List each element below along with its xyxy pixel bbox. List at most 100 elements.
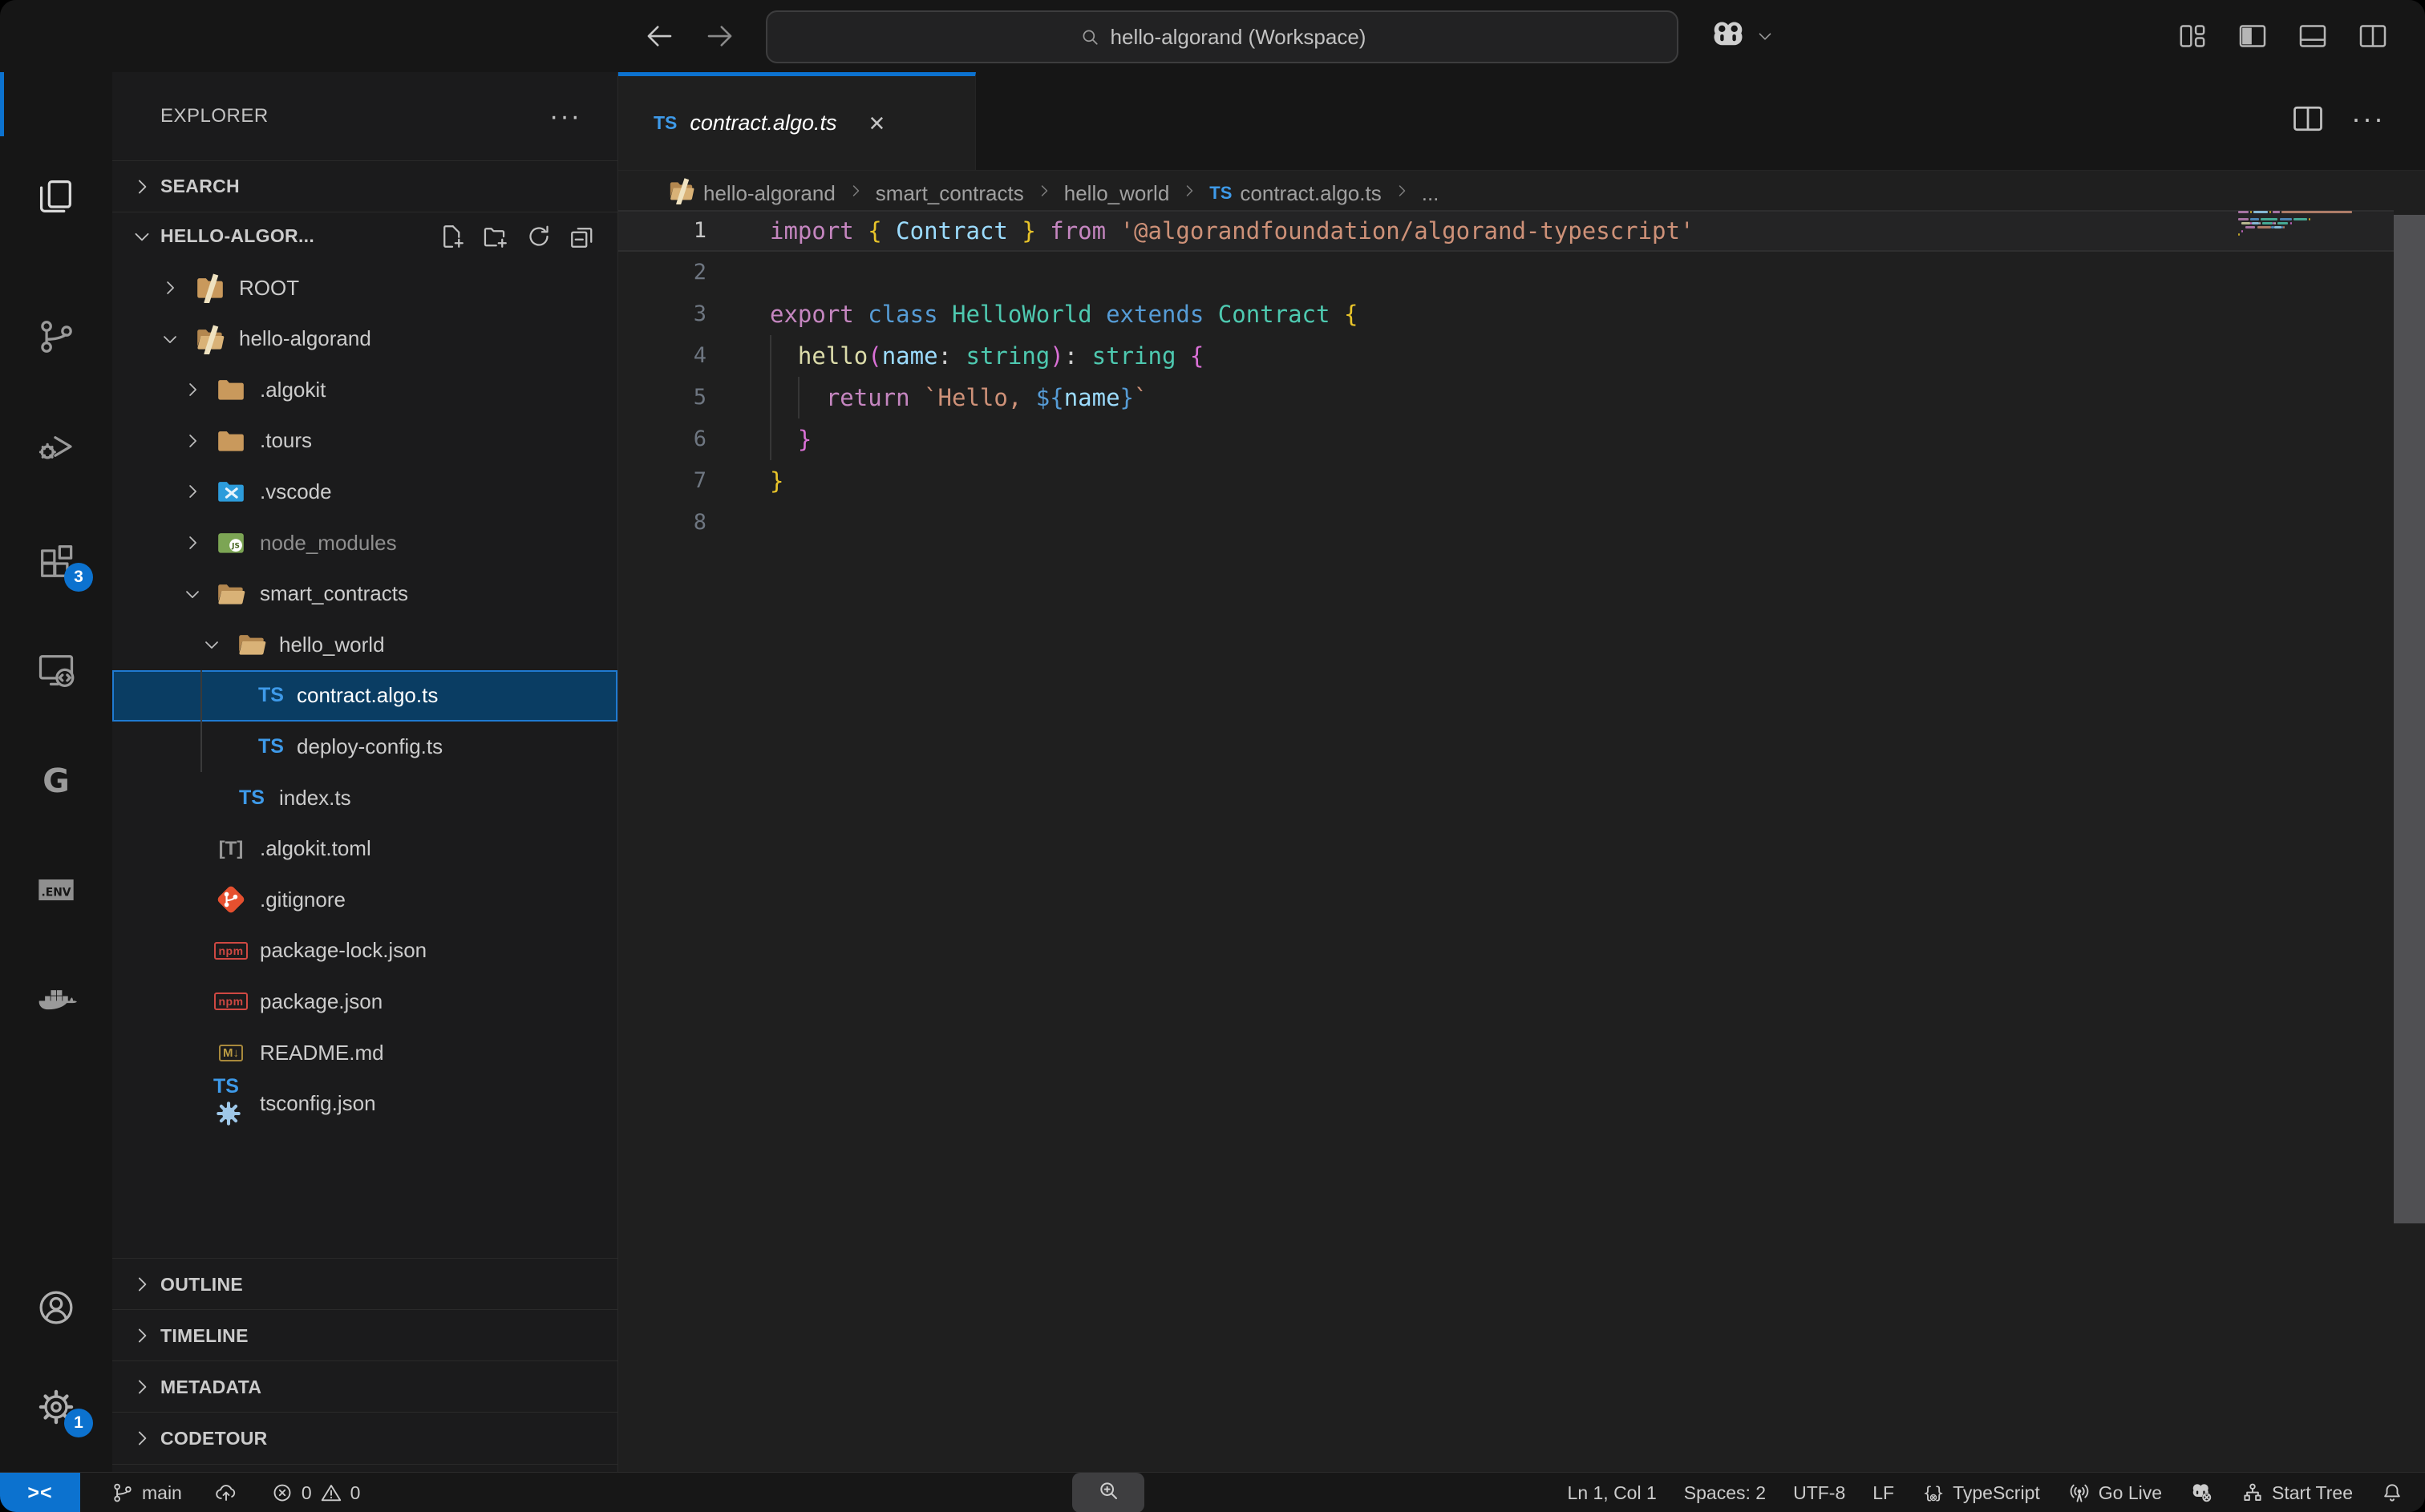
copilot-icon xyxy=(1708,16,1748,60)
explorer-more-actions-icon[interactable]: ··· xyxy=(549,101,581,132)
svg-text:G: G xyxy=(43,762,70,800)
status-item-indentation[interactable]: Spaces: 2 xyxy=(1684,1482,1766,1504)
activity-item-remote-explorer[interactable] xyxy=(0,629,112,710)
tree-item-deploy-config-ts[interactable]: TSdeploy-config.ts xyxy=(112,721,617,772)
chevron-right-icon xyxy=(181,480,204,503)
dotenv-icon: .ENV xyxy=(35,869,77,911)
status-item-branch[interactable]: main xyxy=(111,1481,182,1505)
breadcrumb-item[interactable]: ... xyxy=(1422,181,1439,206)
section-header-timeline[interactable]: TIMELINE xyxy=(112,1309,617,1361)
status-item-language-mode[interactable]: {}TypeScript xyxy=(1921,1481,2040,1505)
activity-item-source-control[interactable] xyxy=(0,297,112,377)
breadcrumb-item[interactable]: hello_world xyxy=(1064,181,1170,206)
tree-item-node-modules[interactable]: JSnode_modules xyxy=(112,517,617,568)
status-item-eol[interactable]: LF xyxy=(1872,1482,1894,1504)
tab-contract-algo-ts[interactable]: TS contract.algo.ts × xyxy=(618,72,976,170)
chevron-right-icon xyxy=(1034,181,1054,206)
folder-icon xyxy=(216,374,246,405)
activity-item-docker[interactable] xyxy=(0,961,112,1041)
tree-item-root[interactable]: ROOT xyxy=(112,262,617,313)
section-header-metadata[interactable]: METADATA xyxy=(112,1360,617,1413)
section-label: TIMELINE xyxy=(160,1325,249,1347)
tree-item--algokit[interactable]: .algokit xyxy=(112,364,617,415)
status-item-notifications[interactable] xyxy=(2380,1481,2404,1505)
line-number: 7 xyxy=(618,460,706,502)
tree-item-readme-md[interactable]: M↓README.md xyxy=(112,1027,617,1078)
line-number: 3 xyxy=(618,293,706,335)
tree-item--vscode[interactable]: .vscode xyxy=(112,466,617,517)
tree-item-package-lock-json[interactable]: npmpackage-lock.json xyxy=(112,925,617,976)
tree-item-label: package.json xyxy=(260,989,383,1014)
status-item-go-live[interactable]: Go Live xyxy=(2067,1481,2162,1505)
command-center-search[interactable]: hello-algorand (Workspace) xyxy=(766,10,1678,63)
new-folder-icon[interactable] xyxy=(481,222,510,251)
status-item-publish[interactable] xyxy=(214,1481,238,1505)
breadcrumb-item[interactable]: smart_contracts xyxy=(876,181,1024,206)
chevron-down-icon xyxy=(1755,26,1775,51)
minimap[interactable] xyxy=(2238,211,2391,259)
algokit-icon: G xyxy=(35,761,77,802)
status-item-cursor-position[interactable]: Ln 1, Col 1 xyxy=(1568,1482,1657,1504)
error-icon xyxy=(270,1481,294,1505)
search-section-header[interactable]: SEARCH xyxy=(112,160,617,212)
cloud-up-icon xyxy=(214,1481,238,1505)
split-editor-icon[interactable] xyxy=(2290,101,2326,136)
code-line: export class HelloWorld extends Contract… xyxy=(770,293,1358,335)
refresh-icon[interactable] xyxy=(524,222,553,251)
workspace-section-header[interactable]: HELLO-ALGOR... xyxy=(112,211,617,261)
zoom-status-button[interactable] xyxy=(1072,1473,1144,1512)
activity-item-algokit[interactable]: G xyxy=(0,742,112,822)
source-control-icon xyxy=(35,316,77,358)
customize-layout-button[interactable] xyxy=(2176,20,2208,52)
folder-icon xyxy=(216,426,246,456)
back-icon[interactable] xyxy=(642,19,676,53)
tree-item-index-ts[interactable]: TSindex.ts xyxy=(112,772,617,823)
status-item-copilot-status[interactable] xyxy=(2189,1481,2213,1505)
root-folder-icon xyxy=(192,270,228,305)
status-item-problems[interactable]: 00 xyxy=(270,1481,361,1505)
tree-item-label: .tours xyxy=(260,428,312,453)
status-item-label: TypeScript xyxy=(1953,1482,2040,1504)
vertical-scrollbar[interactable] xyxy=(2394,215,2425,1223)
toggle-panel-button[interactable] xyxy=(2297,20,2329,52)
activity-item-explorer[interactable] xyxy=(0,156,112,237)
tree-item--gitignore[interactable]: .gitignore xyxy=(112,874,617,925)
tree-item-package-json[interactable]: npmpackage.json xyxy=(112,976,617,1027)
copilot-menu-button[interactable] xyxy=(1708,16,1775,60)
breadcrumb-label: contract.algo.ts xyxy=(1240,181,1381,206)
code-area[interactable]: 1import { Contract } from '@algorandfoun… xyxy=(618,72,2425,1472)
tree-item-label: .algokit xyxy=(260,378,326,402)
close-tab-icon[interactable]: × xyxy=(868,110,885,137)
activity-item-dotenv[interactable]: .ENV xyxy=(0,850,112,930)
activity-item-settings[interactable]: 1 xyxy=(0,1367,112,1447)
warning-icon xyxy=(319,1481,343,1505)
status-item-encoding[interactable]: UTF-8 xyxy=(1793,1482,1845,1504)
chevron-down-icon xyxy=(181,583,204,605)
activity-item-accounts[interactable] xyxy=(0,1267,112,1348)
collapse-all-icon[interactable] xyxy=(568,222,597,251)
tree-item--tours[interactable]: .tours xyxy=(112,415,617,467)
toggle-primary-sidebar-button[interactable] xyxy=(2237,20,2269,52)
editor-more-actions-icon[interactable]: ··· xyxy=(2350,101,2386,136)
tree-item-tsconfig-json[interactable]: TStsconfig.json xyxy=(112,1078,617,1130)
toggle-secondary-sidebar-button[interactable] xyxy=(2357,20,2389,52)
tree-item-smart-contracts[interactable]: smart_contracts xyxy=(112,568,617,620)
tree-item-hello-algorand[interactable]: hello-algorand xyxy=(112,313,617,365)
line-number: 6 xyxy=(618,418,706,460)
tree-item--algokit-toml[interactable]: [T].algokit.toml xyxy=(112,823,617,875)
remote-indicator[interactable]: >< xyxy=(0,1473,80,1512)
section-header-codetour[interactable]: CODETOUR xyxy=(112,1412,617,1465)
new-file-icon[interactable] xyxy=(438,222,467,251)
tree-item-hello-world[interactable]: hello_world xyxy=(112,619,617,670)
section-header-outline[interactable]: OUTLINE xyxy=(112,1258,617,1310)
status-item-label: Start Tree xyxy=(2272,1482,2353,1504)
forward-icon[interactable] xyxy=(703,19,737,53)
breadcrumb-item[interactable]: TScontract.algo.ts xyxy=(1209,181,1381,206)
breadcrumb-item[interactable]: hello-algorand xyxy=(668,177,836,210)
vscode-folder-icon xyxy=(213,474,249,509)
chevron-down-icon xyxy=(200,633,223,656)
activity-item-extensions[interactable]: 3 xyxy=(0,521,112,601)
activity-item-run-and-debug[interactable] xyxy=(0,406,112,487)
status-item-start-tree[interactable]: Start Tree xyxy=(2241,1481,2353,1505)
tree-item-contract-algo-ts[interactable]: TScontract.algo.ts xyxy=(112,670,617,722)
